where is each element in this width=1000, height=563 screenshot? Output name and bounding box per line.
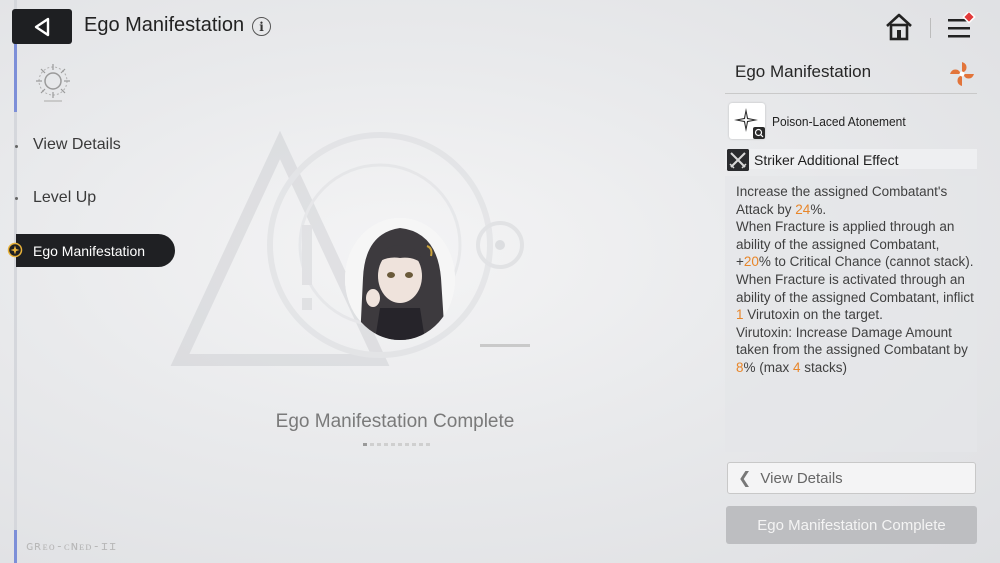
character-portrait: [345, 218, 455, 340]
page-indicator: [363, 443, 433, 447]
highlight-value: 20: [743, 254, 759, 270]
effect-label: Striker Additional Effect: [754, 152, 899, 168]
complete-label: Ego Manifestation Complete: [757, 516, 946, 534]
skill-name: Poison-Laced Atonement: [772, 114, 906, 129]
description-paragraph: When Fracture is activated through an ab…: [736, 271, 974, 323]
sun-emblem-icon: [36, 64, 70, 102]
back-button[interactable]: [12, 9, 72, 44]
panel-title: Ego Manifestation: [735, 62, 872, 81]
ego-manifestation-panel: Ego Manifestation Poison-Laced Atonement…: [725, 56, 977, 452]
active-star-icon: [7, 242, 23, 258]
sidebar-item-ego-manifestation[interactable]: Ego Manifestation: [16, 234, 175, 267]
description-paragraph: Virutoxin: Increase Damage Amount taken …: [736, 324, 968, 375]
left-rail: [14, 0, 17, 563]
page-title: Ego Manifestation: [84, 14, 245, 36]
skill-tile[interactable]: [729, 103, 765, 139]
footer-code: ɢʀᴇᴏ-ᴄɴᴇᴅ-ɪɪ: [26, 539, 118, 553]
highlight-value: 8: [736, 359, 744, 375]
view-details-label: View Details: [760, 469, 843, 487]
nav-dot: [15, 145, 18, 148]
description-paragraph: When Fracture is applied through an abil…: [736, 219, 974, 270]
info-icon[interactable]: i: [252, 17, 271, 36]
progress-line: [480, 344, 530, 347]
panel-divider: [725, 93, 977, 94]
description-paragraph: Increase the assigned Combatant's Attack…: [736, 184, 948, 217]
view-details-button[interactable]: ❮ View Details: [727, 462, 976, 494]
left-rail-accent-bottom: [14, 530, 17, 563]
header-divider: [930, 18, 931, 38]
sidebar-item-view-details[interactable]: View Details: [33, 136, 121, 154]
highlight-value: 24: [795, 201, 811, 217]
sparkle-icon: [734, 108, 765, 139]
home-icon[interactable]: [884, 12, 914, 42]
sidebar-item-label: Ego Manifestation: [33, 242, 146, 259]
pinwheel-icon: [950, 62, 974, 86]
manifestation-complete-button: Ego Manifestation Complete: [726, 506, 977, 544]
completion-status: Ego Manifestation Complete: [275, 411, 515, 432]
highlight-value: 4: [793, 359, 801, 375]
highlight-value: 1: [736, 307, 744, 323]
sidebar-item-level-up[interactable]: Level Up: [33, 189, 96, 207]
left-rail-accent: [14, 40, 17, 112]
effect-description: Increase the assigned Combatant's Attack…: [736, 183, 976, 377]
nav-dot: [15, 197, 18, 200]
back-arrow-icon: [34, 17, 50, 36]
crossed-swords-icon: [727, 149, 749, 171]
hamburger-menu-icon[interactable]: [946, 12, 976, 42]
chevron-left-icon: ❮: [738, 470, 752, 487]
